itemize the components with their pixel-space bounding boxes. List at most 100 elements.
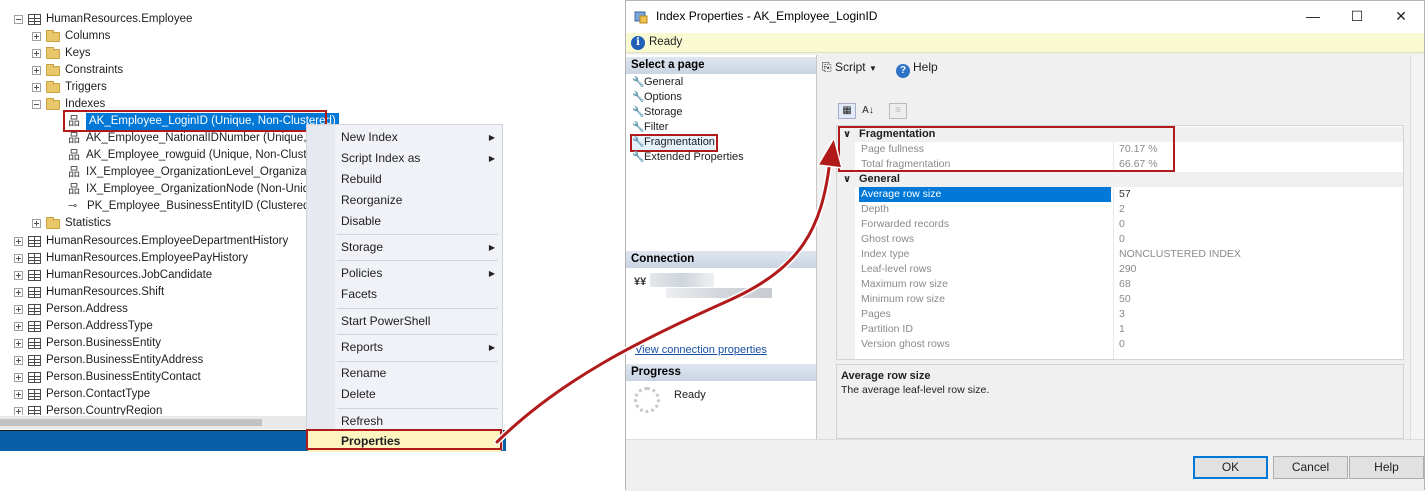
property-row[interactable]: Minimum row size 50: [837, 292, 1403, 307]
collapse-chevron-icon[interactable]: ∨: [843, 172, 851, 187]
view-connection-properties-link[interactable]: View connection properties: [635, 344, 767, 356]
tree-node-table[interactable]: Person.ContactType: [14, 386, 150, 403]
scrollbar-thumb[interactable]: [0, 419, 262, 426]
menu-item-script-index-as[interactable]: Script Index as ▶: [341, 148, 499, 169]
menu-item-reports[interactable]: Reports ▶: [341, 337, 499, 358]
menu-item-facets[interactable]: Facets: [341, 284, 499, 305]
menu-item-properties[interactable]: Properties: [308, 431, 501, 452]
script-button[interactable]: ⎘ Script ▼: [822, 60, 877, 75]
tree-node-folder[interactable]: Columns: [32, 28, 110, 45]
tree-node-folder[interactable]: Triggers: [32, 79, 107, 96]
expand-icon[interactable]: [32, 219, 41, 228]
category-general[interactable]: ∨ General: [837, 172, 1403, 187]
tree-node-table[interactable]: HumanResources.JobCandidate: [14, 267, 212, 284]
menu-item-storage[interactable]: Storage ▶: [341, 237, 499, 258]
property-row-selected[interactable]: Average row size 57: [837, 187, 1403, 202]
menu-label: Storage: [341, 240, 384, 254]
property-row[interactable]: Depth 2: [837, 202, 1403, 217]
tree-node-table[interactable]: HumanResources.EmployeeDepartmentHistory: [14, 233, 288, 250]
expand-icon[interactable]: [14, 407, 23, 415]
property-value: 290: [1119, 263, 1137, 275]
tree-node-table[interactable]: Person.CountryRegion: [14, 403, 162, 415]
property-row[interactable]: Index type NONCLUSTERED INDEX: [837, 247, 1403, 262]
menu-item-delete[interactable]: Delete: [341, 384, 499, 405]
tree-node-table[interactable]: Person.BusinessEntityContact: [14, 369, 201, 386]
minimize-icon[interactable]: —: [1291, 1, 1335, 33]
dropdown-arrow-icon[interactable]: ▼: [869, 64, 877, 73]
page-general[interactable]: 🔧General: [632, 75, 683, 90]
tree-node-index[interactable]: ⊸ PK_Employee_BusinessEntityID (Clustere…: [68, 198, 313, 215]
tree-node-index[interactable]: AK_Employee_NationalIDNumber (Unique, N: [68, 130, 318, 147]
categorized-view-icon[interactable]: ▦: [838, 103, 856, 119]
property-row[interactable]: Ghost rows 0: [837, 232, 1403, 247]
help-button[interactable]: ? Help: [896, 60, 938, 78]
tree-node-index[interactable]: IX_Employee_OrganizationLevel_Organizati…: [68, 164, 319, 181]
menu-item-new-index[interactable]: New Index ▶: [341, 127, 499, 148]
expand-icon[interactable]: [14, 288, 23, 297]
menu-item-policies[interactable]: Policies ▶: [341, 263, 499, 284]
collapse-chevron-icon[interactable]: ∨: [843, 127, 851, 142]
tree-node-index-selected[interactable]: AK_Employee_LoginID (Unique, Non-Cluster…: [68, 113, 339, 130]
close-icon[interactable]: ✕: [1379, 1, 1423, 33]
menu-item-rename[interactable]: Rename: [341, 363, 499, 384]
expand-icon[interactable]: [14, 305, 23, 314]
page-fragmentation[interactable]: 🔧Fragmentation: [632, 135, 715, 150]
expand-icon[interactable]: [32, 66, 41, 75]
tree-node-table[interactable]: Person.AddressType: [14, 318, 153, 335]
menu-item-rebuild[interactable]: Rebuild: [341, 169, 499, 190]
menu-item-reorganize[interactable]: Reorganize: [341, 190, 499, 211]
menu-item-disable[interactable]: Disable: [341, 211, 499, 232]
tree-node-table[interactable]: Person.Address: [14, 301, 128, 318]
vertical-scrollbar[interactable]: [1410, 55, 1424, 439]
horizontal-scrollbar[interactable]: [0, 416, 306, 429]
page-storage[interactable]: 🔧Storage: [632, 105, 683, 120]
maximize-icon[interactable]: ☐: [1335, 1, 1379, 33]
tree-node-table[interactable]: Person.BusinessEntityAddress: [14, 352, 203, 369]
alphabetical-sort-icon[interactable]: A↓: [859, 103, 877, 119]
collapse-icon[interactable]: [14, 15, 23, 24]
tree-node-folder[interactable]: Constraints: [32, 62, 123, 79]
expand-icon[interactable]: [32, 83, 41, 92]
tree-node-folder[interactable]: Keys: [32, 45, 91, 62]
tree-node-table[interactable]: Person.BusinessEntity: [14, 335, 161, 352]
help-dialog-button[interactable]: Help: [1349, 456, 1424, 479]
collapse-icon[interactable]: [32, 100, 41, 109]
menu-item-start-powershell[interactable]: Start PowerShell: [341, 311, 499, 332]
tree-node-table[interactable]: HumanResources.EmployeePayHistory: [14, 250, 248, 267]
expand-icon[interactable]: [14, 254, 23, 263]
page-filter[interactable]: 🔧Filter: [632, 120, 668, 135]
expand-icon[interactable]: [32, 49, 41, 58]
index-icon: [68, 130, 81, 147]
ok-button[interactable]: OK: [1193, 456, 1268, 479]
property-row[interactable]: Pages 3: [837, 307, 1403, 322]
expand-icon[interactable]: [14, 237, 23, 246]
tree-node-indexes[interactable]: Indexes: [32, 96, 105, 113]
expand-icon[interactable]: [32, 32, 41, 41]
tree-node-table[interactable]: HumanResources.Employee: [14, 11, 192, 28]
property-row[interactable]: Leaf-level rows 290: [837, 262, 1403, 277]
property-row[interactable]: Page fullness 70.17 %: [837, 142, 1403, 157]
category-fragmentation[interactable]: ∨ Fragmentation: [837, 127, 1403, 142]
property-row[interactable]: Version ghost rows 0: [837, 337, 1403, 352]
page-extended-properties[interactable]: 🔧Extended Properties: [632, 150, 744, 165]
tree-node-index[interactable]: IX_Employee_OrganizationNode (Non-Uniqu: [68, 181, 316, 198]
expand-icon[interactable]: [14, 271, 23, 280]
expand-icon[interactable]: [14, 373, 23, 382]
menu-item-refresh[interactable]: Refresh: [341, 411, 499, 432]
tree-node-folder[interactable]: Statistics: [32, 215, 111, 232]
property-row[interactable]: Maximum row size 68: [837, 277, 1403, 292]
title-bar[interactable]: Index Properties - AK_Employee_LoginID —…: [626, 1, 1424, 33]
expand-icon[interactable]: [14, 322, 23, 331]
expand-icon[interactable]: [14, 390, 23, 399]
property-value: 0: [1119, 233, 1125, 245]
cancel-button[interactable]: Cancel: [1273, 456, 1348, 479]
expand-icon[interactable]: [14, 339, 23, 348]
property-row[interactable]: Forwarded records 0: [837, 217, 1403, 232]
property-pages-icon[interactable]: ≡: [889, 103, 907, 119]
tree-node-index[interactable]: AK_Employee_rowguid (Unique, Non-Cluste: [68, 147, 313, 164]
property-row[interactable]: Partition ID 1: [837, 322, 1403, 337]
property-row[interactable]: Total fragmentation 66.67 %: [837, 157, 1403, 172]
page-options[interactable]: 🔧Options: [632, 90, 682, 105]
tree-node-table[interactable]: HumanResources.Shift: [14, 284, 164, 301]
expand-icon[interactable]: [14, 356, 23, 365]
